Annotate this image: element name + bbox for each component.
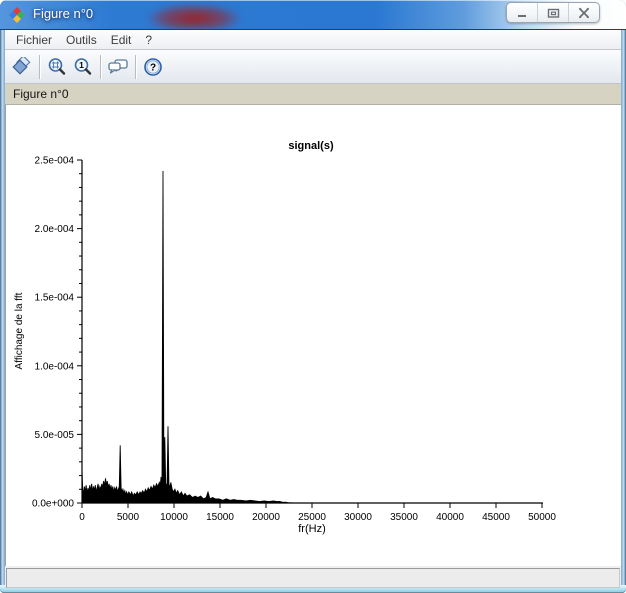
window-title: Figure n°0 <box>33 6 94 21</box>
rotate-3d-button[interactable] <box>9 54 35 80</box>
figure-window: Figure n°0 Fichier Outils Edit ? 1 ? Fig… <box>0 0 626 593</box>
x-tick-label: 25000 <box>298 512 326 523</box>
x-tick-label: 0 <box>79 512 85 523</box>
fft-spectrum-series <box>81 170 542 504</box>
plot-canvas[interactable]: signal(s) fr(Hz) Affichage de la fft 0 50… <box>5 105 621 566</box>
x-axis-label: fr(Hz) <box>298 523 326 535</box>
close-button[interactable] <box>568 3 599 22</box>
status-bar <box>6 568 620 588</box>
toolbar: 1 ? <box>5 50 621 84</box>
datatip-button[interactable] <box>105 54 131 80</box>
rotate-icon <box>12 56 31 75</box>
menu-fichier[interactable]: Fichier <box>9 32 59 48</box>
plot-title: signal(s) <box>288 140 334 152</box>
toolbar-separator <box>100 54 101 79</box>
close-icon <box>579 7 589 18</box>
y-tick-label: 1.5e-004 <box>35 293 75 304</box>
y-tick-label: 1.0e-004 <box>35 361 75 372</box>
menu-bar: Fichier Outils Edit ? <box>5 30 621 50</box>
y-tick-label: 2.5e-004 <box>35 156 75 167</box>
scilab-logo-icon[interactable] <box>9 7 25 23</box>
zoom-reset-icon: 1 <box>74 57 92 75</box>
x-tick-label: 50000 <box>528 512 556 523</box>
help-icon: ? <box>144 57 162 76</box>
maximize-icon <box>547 8 559 18</box>
y-tick-label: 2.0e-004 <box>35 224 75 235</box>
x-tick-label: 40000 <box>436 512 464 523</box>
svg-text:?: ? <box>150 62 156 73</box>
zoom-original-button[interactable]: 1 <box>70 54 96 80</box>
menu-outils[interactable]: Outils <box>59 32 104 48</box>
toolbar-separator <box>135 54 136 79</box>
x-tick-label: 35000 <box>390 512 418 523</box>
window-frame-right <box>621 30 626 586</box>
zoom-area-icon <box>48 57 66 75</box>
minimize-button[interactable] <box>507 3 537 22</box>
x-tick-label: 45000 <box>482 512 510 523</box>
x-tick-label: 30000 <box>344 512 372 523</box>
minimize-icon <box>518 14 526 17</box>
titlebar-reflection <box>148 4 240 30</box>
svg-text:1: 1 <box>79 60 84 70</box>
help-button[interactable]: ? <box>140 54 166 80</box>
figure-label: Figure n°0 <box>13 87 69 101</box>
x-tick-label: 15000 <box>206 512 234 523</box>
x-tick-label: 10000 <box>160 512 188 523</box>
y-tick-label: 0.0e+000 <box>32 499 74 510</box>
y-axis-label: Affichage de la fft <box>14 292 25 369</box>
maximize-button[interactable] <box>537 3 568 22</box>
zoom-area-button[interactable] <box>44 54 70 80</box>
menu-help[interactable]: ? <box>138 32 159 48</box>
toolbar-separator <box>39 54 40 79</box>
client-area: Fichier Outils Edit ? 1 ? Figure n°0 sig… <box>5 30 621 588</box>
fft-plot[interactable]: signal(s) fr(Hz) Affichage de la fft 0 50… <box>6 105 620 561</box>
x-tick-label: 20000 <box>252 512 280 523</box>
speech-bubbles-icon <box>108 58 128 74</box>
y-tick-label: 5.0e-005 <box>35 430 75 441</box>
menu-edit[interactable]: Edit <box>104 32 139 48</box>
caption-buttons <box>506 2 600 23</box>
figure-label-strip: Figure n°0 <box>5 84 621 105</box>
title-bar[interactable]: Figure n°0 <box>0 0 626 30</box>
x-tick-label: 5000 <box>117 512 140 523</box>
